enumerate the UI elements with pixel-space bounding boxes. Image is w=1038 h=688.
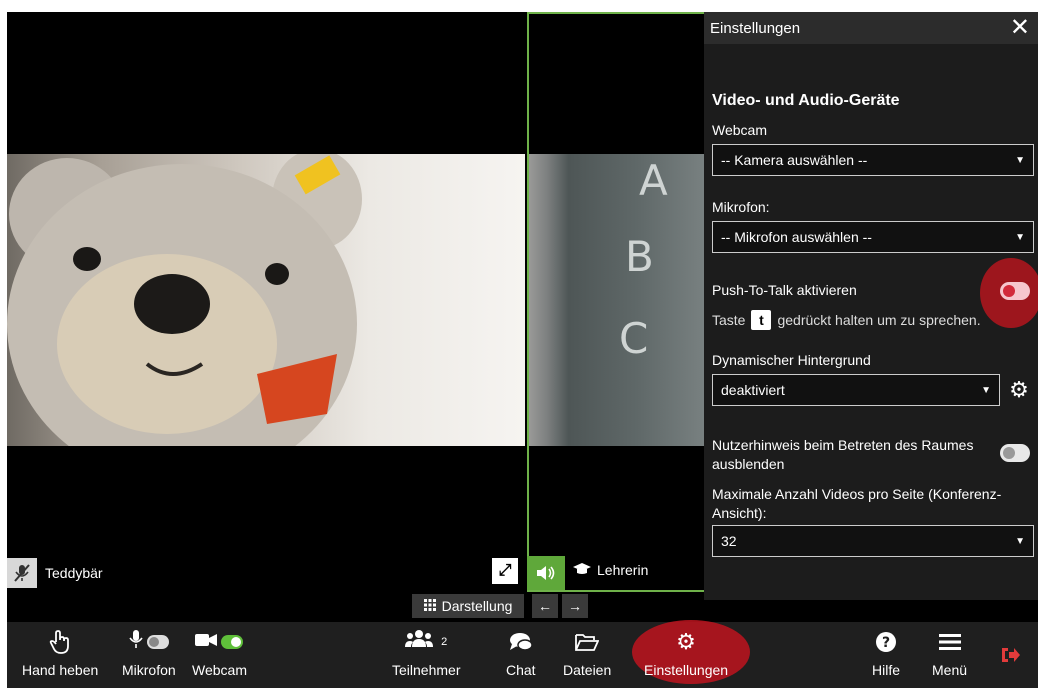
chat-label: Chat: [506, 662, 536, 678]
max-videos-label: Maximale Anzahl Videos pro Seite (Konfer…: [712, 486, 1002, 521]
microphone-switch[interactable]: [146, 635, 169, 649]
section-title: Video- und Audio-Geräte: [712, 92, 900, 109]
board-letter: C: [619, 314, 649, 363]
close-icon[interactable]: ✕: [1010, 16, 1030, 40]
chat-button[interactable]: Chat: [506, 628, 536, 678]
next-page-button[interactable]: →: [562, 594, 588, 618]
ptt-hint-suffix: gedrückt halten um zu sprechen.: [777, 312, 981, 328]
mic-select-value: -- Mikrofon auswählen --: [721, 229, 872, 245]
logout-icon[interactable]: [1000, 646, 1020, 669]
teddy-bear-image: [7, 154, 362, 446]
microphone-toggle[interactable]: Mikrofon: [122, 628, 176, 678]
webcam-select-value: -- Kamera auswählen --: [721, 152, 868, 168]
participants-control: 2: [405, 628, 447, 656]
participant-name: Lehrerin: [597, 562, 649, 578]
settings-title: Einstellungen: [710, 19, 801, 37]
prev-page-button[interactable]: ←: [532, 594, 558, 618]
gear-icon: ⚙: [676, 629, 696, 654]
webcam-label-toolbar: Webcam: [192, 662, 247, 678]
chevron-down-icon: ▼: [1015, 535, 1025, 547]
max-videos-select[interactable]: 32 ▼: [712, 525, 1034, 557]
settings-panel: Einstellungen ✕ Video- und Audio-Geräte …: [704, 12, 1038, 600]
menu-button[interactable]: Menü: [932, 628, 967, 678]
hand-raise-label: Hand heben: [22, 662, 99, 678]
participant-name-tag: Teddybär: [7, 558, 103, 588]
ptt-label: Push-To-Talk aktivieren: [712, 282, 857, 298]
participant-name-tag: Lehrerin: [573, 562, 648, 578]
chevron-down-icon: ▼: [1015, 154, 1025, 166]
layout-button[interactable]: Darstellung: [412, 594, 524, 618]
entry-hint-toggle[interactable]: [1000, 444, 1030, 462]
folder-open-icon: [575, 628, 600, 656]
video-tile-lehrerin[interactable]: A B C: [527, 12, 709, 592]
chat-icon: [509, 628, 533, 656]
participants-count: 2: [441, 636, 448, 648]
layout-controls: Darstellung ← →: [412, 594, 588, 618]
settings-header: Einstellungen ✕: [704, 12, 1038, 44]
board-letter: B: [625, 232, 654, 281]
fullscreen-icon[interactable]: ⤢: [492, 558, 518, 584]
graduation-cap-icon: [573, 562, 591, 578]
ptt-toggle[interactable]: [1000, 282, 1030, 300]
entry-hint-label: Nutzerhinweis beim Betreten des Raumes a…: [712, 437, 974, 472]
menu-label: Menü: [932, 662, 968, 678]
microphone-label: Mikrofon: [122, 662, 176, 678]
help-icon: ?: [875, 628, 897, 656]
hand-raise-button[interactable]: Hand heben: [22, 628, 98, 678]
microphone-control: [129, 628, 169, 656]
layout-label: Darstellung: [441, 598, 513, 614]
mic-select[interactable]: -- Mikrofon auswählen -- ▼: [712, 221, 1034, 253]
hamburger-icon: [938, 628, 961, 656]
microphone-icon: [129, 629, 143, 655]
webcam-switch[interactable]: [221, 635, 244, 649]
hand-icon: [49, 628, 71, 656]
grid-icon: [423, 598, 436, 614]
participants-button[interactable]: 2 Teilnehmer: [392, 628, 460, 678]
participants-label: Teilnehmer: [392, 662, 461, 678]
ptt-hint: Taste t gedrückt halten um zu sprechen.: [712, 310, 981, 330]
svg-text:?: ?: [882, 635, 890, 651]
webcam-select[interactable]: -- Kamera auswählen -- ▼: [712, 144, 1034, 176]
participant-name: Teddybär: [45, 565, 103, 581]
ptt-hint-prefix: Taste: [712, 312, 746, 328]
webcam-control: [195, 628, 244, 656]
gear-icon[interactable]: ⚙: [1004, 375, 1034, 405]
board-letter: A: [639, 156, 668, 205]
settings-button[interactable]: ⚙ Einstellungen: [644, 628, 728, 678]
background-select-value: deaktiviert: [721, 382, 785, 398]
video-tile-teddy[interactable]: Teddybär: [7, 12, 525, 602]
chevron-down-icon: ▼: [981, 384, 991, 396]
mic-off-icon: [7, 558, 37, 588]
video-camera-icon: [195, 631, 218, 654]
settings-label: Einstellungen: [644, 662, 729, 678]
help-button[interactable]: ? Hilfe: [872, 628, 900, 678]
mic-label: Mikrofon:: [712, 199, 770, 215]
webcam-label: Webcam: [712, 122, 767, 138]
max-videos-select-value: 32: [721, 533, 737, 549]
speaker-icon: [527, 556, 565, 590]
webcam-toggle[interactable]: Webcam: [192, 628, 247, 678]
files-button[interactable]: Dateien: [563, 628, 611, 678]
files-label: Dateien: [563, 662, 612, 678]
ptt-key: t: [751, 310, 772, 330]
chevron-down-icon: ▼: [1015, 231, 1025, 243]
users-icon: [405, 629, 434, 655]
background-label: Dynamischer Hintergrund: [712, 352, 871, 368]
background-select[interactable]: deaktiviert ▼: [712, 374, 1000, 406]
board-video-feed: A B C: [529, 154, 709, 446]
help-label: Hilfe: [872, 662, 901, 678]
teddy-video-feed: [7, 154, 525, 446]
